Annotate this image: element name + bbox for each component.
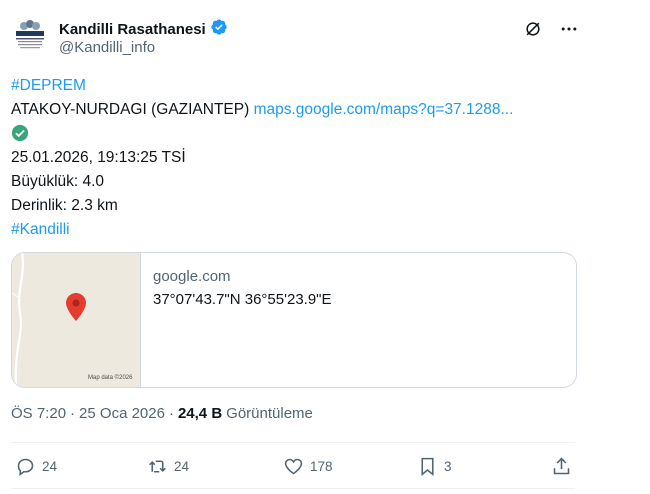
more-options-icon[interactable] <box>558 18 580 40</box>
card-coordinates: 37°07'43.7"N 36°55'23.9"E <box>153 291 332 308</box>
author-display-name[interactable]: Kandilli Rasathanesi <box>59 21 206 38</box>
views-label: Görüntüleme <box>226 405 313 422</box>
divider <box>11 442 575 443</box>
location-text: ATAKOY-NURDAGI (GAZIANTEP) <box>11 101 250 118</box>
maps-link[interactable]: maps.google.com/maps?q=37.1288... <box>254 101 514 118</box>
bookmark-count: 3 <box>444 458 452 474</box>
views-count: 24,4 B <box>177 405 223 422</box>
divider <box>11 488 575 489</box>
tweet-date[interactable]: 25 Oca 2026 <box>79 405 165 422</box>
like-count: 178 <box>310 458 333 474</box>
meta-separator: · <box>168 405 174 422</box>
hashtag-deprem[interactable]: #DEPREM <box>11 77 86 94</box>
reply-count: 24 <box>42 458 58 474</box>
tweet-meta: ÖS 7:20 · 25 Oca 2026 · 24,4 B Görüntüle… <box>11 405 313 422</box>
map-thumbnail[interactable]: Map data ©2026 <box>12 253 141 387</box>
verified-badge-icon <box>210 18 228 41</box>
avatar[interactable] <box>10 16 50 56</box>
meta-separator: · <box>70 405 76 422</box>
tweet-time[interactable]: ÖS 7:20 <box>11 405 66 422</box>
reply-button[interactable]: 24 <box>15 454 57 478</box>
grok-icon[interactable] <box>522 18 544 40</box>
retweet-count: 24 <box>174 458 190 474</box>
magnitude-text: Büyüklük: 4.0 <box>11 173 105 190</box>
share-button[interactable] <box>551 454 572 478</box>
map-credit: Map data ©2026 <box>88 375 133 381</box>
reply-icon <box>17 458 34 476</box>
action-bar: 24 24 178 3 <box>15 454 575 478</box>
tweet-text: #DEPREM ATAKOY-NURDAGI (GAZIANTEP) maps.… <box>11 74 571 242</box>
link-card[interactable]: Map data ©2026 google.com 37°07'43.7"N 3… <box>11 252 577 388</box>
card-domain: google.com <box>153 268 231 285</box>
heart-icon <box>284 458 303 474</box>
hashtag-kandilli[interactable]: #Kandilli <box>11 221 70 238</box>
depth-text: Derinlik: 2.3 km <box>11 197 118 214</box>
share-icon <box>553 457 570 474</box>
datetime-text: 25.01.2026, 19:13:25 TSİ <box>11 149 186 166</box>
author-handle[interactable]: @Kandilli_info <box>59 39 155 56</box>
map-pin-icon <box>66 293 86 321</box>
author-name-row[interactable]: Kandilli Rasathanesi <box>59 18 228 41</box>
bookmark-icon <box>421 457 434 476</box>
like-button[interactable]: 178 <box>283 454 333 478</box>
retweet-button[interactable]: 24 <box>147 454 189 478</box>
kandilli-logo-icon <box>16 20 44 49</box>
retweet-icon <box>149 459 166 473</box>
bookmark-button[interactable]: 3 <box>417 454 452 478</box>
